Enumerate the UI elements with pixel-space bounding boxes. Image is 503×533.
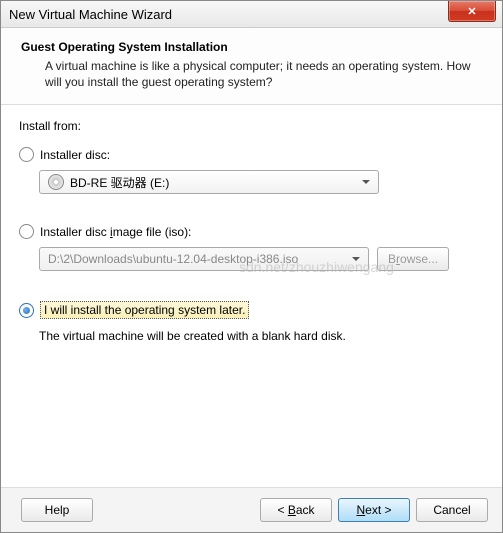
option-installer-disc-label: Installer disc: [40, 148, 110, 162]
titlebar: New Virtual Machine Wizard ✕ [1, 1, 502, 28]
later-note: The virtual machine will be created with… [39, 329, 484, 343]
header-title: Guest Operating System Installation [21, 40, 482, 54]
footer: Help < Back Next > Cancel [1, 487, 502, 532]
iso-section: D:\2\Downloads\ubuntu-12.04-desktop-i386… [39, 247, 484, 271]
window-title: New Virtual Machine Wizard [9, 7, 172, 22]
installer-disc-value: BD-RE 驱动器 (E:) [70, 174, 169, 191]
option-later[interactable]: I will install the operating system late… [19, 301, 484, 319]
install-from-label: Install from: [19, 119, 484, 133]
option-iso[interactable]: Installer disc image file (iso): [19, 224, 484, 239]
close-icon: ✕ [467, 5, 476, 18]
header: Guest Operating System Installation A vi… [1, 28, 502, 105]
installer-disc-section: BD-RE 驱动器 (E:) [39, 170, 484, 194]
help-label: Help [45, 503, 70, 517]
browse-label: Browse... [388, 252, 438, 266]
cd-icon [48, 174, 64, 190]
back-button[interactable]: < Back [260, 498, 332, 522]
browse-button: Browse... [377, 247, 449, 271]
chevron-down-icon [352, 257, 360, 261]
radio-installer-disc[interactable] [19, 147, 34, 162]
radio-iso[interactable] [19, 224, 34, 239]
header-description: A virtual machine is like a physical com… [45, 58, 482, 90]
chevron-down-icon [362, 180, 370, 184]
next-label: Next > [356, 503, 391, 517]
cancel-label: Cancel [433, 503, 470, 517]
cancel-button[interactable]: Cancel [416, 498, 488, 522]
next-button[interactable]: Next > [338, 498, 410, 522]
content: Install from: Installer disc: BD-RE 驱动器 … [1, 105, 502, 353]
wizard-window: New Virtual Machine Wizard ✕ Guest Opera… [0, 0, 503, 533]
close-button[interactable]: ✕ [448, 1, 496, 22]
option-installer-disc[interactable]: Installer disc: [19, 147, 484, 162]
option-later-label: I will install the operating system late… [40, 301, 249, 319]
installer-disc-dropdown[interactable]: BD-RE 驱动器 (E:) [39, 170, 379, 194]
iso-path-value: D:\2\Downloads\ubuntu-12.04-desktop-i386… [48, 252, 298, 266]
radio-later[interactable] [19, 303, 34, 318]
back-label: < Back [277, 503, 314, 517]
option-iso-label: Installer disc image file (iso): [40, 225, 191, 239]
iso-path-dropdown: D:\2\Downloads\ubuntu-12.04-desktop-i386… [39, 247, 369, 271]
help-button[interactable]: Help [21, 498, 93, 522]
